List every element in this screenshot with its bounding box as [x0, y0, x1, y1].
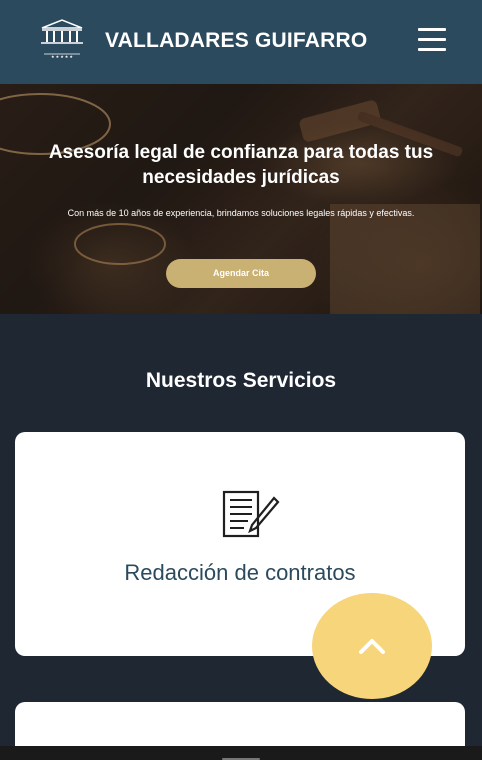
hero-subtitle: Con más de 10 años de experiencia, brind…: [67, 208, 415, 218]
site-header: ★ ★ ★ ★ ★ VALLADARES GUIFARRO: [0, 0, 482, 84]
services-title: Nuestros Servicios: [145, 369, 337, 392]
svg-text:★ ★ ★ ★ ★: ★ ★ ★ ★ ★: [51, 54, 73, 59]
schedule-appointment-button[interactable]: Agendar Cita: [166, 259, 316, 288]
chevron-up-icon: [359, 639, 385, 654]
menu-button[interactable]: [418, 28, 446, 54]
courthouse-icon: ★ ★ ★ ★ ★: [41, 19, 83, 59]
hero-banner: Asesoría legal de confianza para todas t…: [0, 84, 482, 314]
scroll-to-top-button[interactable]: [312, 593, 432, 699]
service-label: Redacción de contratos: [124, 560, 356, 585]
system-navigation-bar: [0, 746, 482, 760]
brand-name[interactable]: VALLADARES GUIFARRO: [105, 29, 367, 53]
hamburger-icon: [418, 28, 446, 31]
logo[interactable]: ★ ★ ★ ★ ★: [38, 18, 86, 60]
hero-title: Asesoría legal de confianza para todas t…: [48, 142, 434, 188]
contract-pen-icon: [222, 490, 280, 538]
